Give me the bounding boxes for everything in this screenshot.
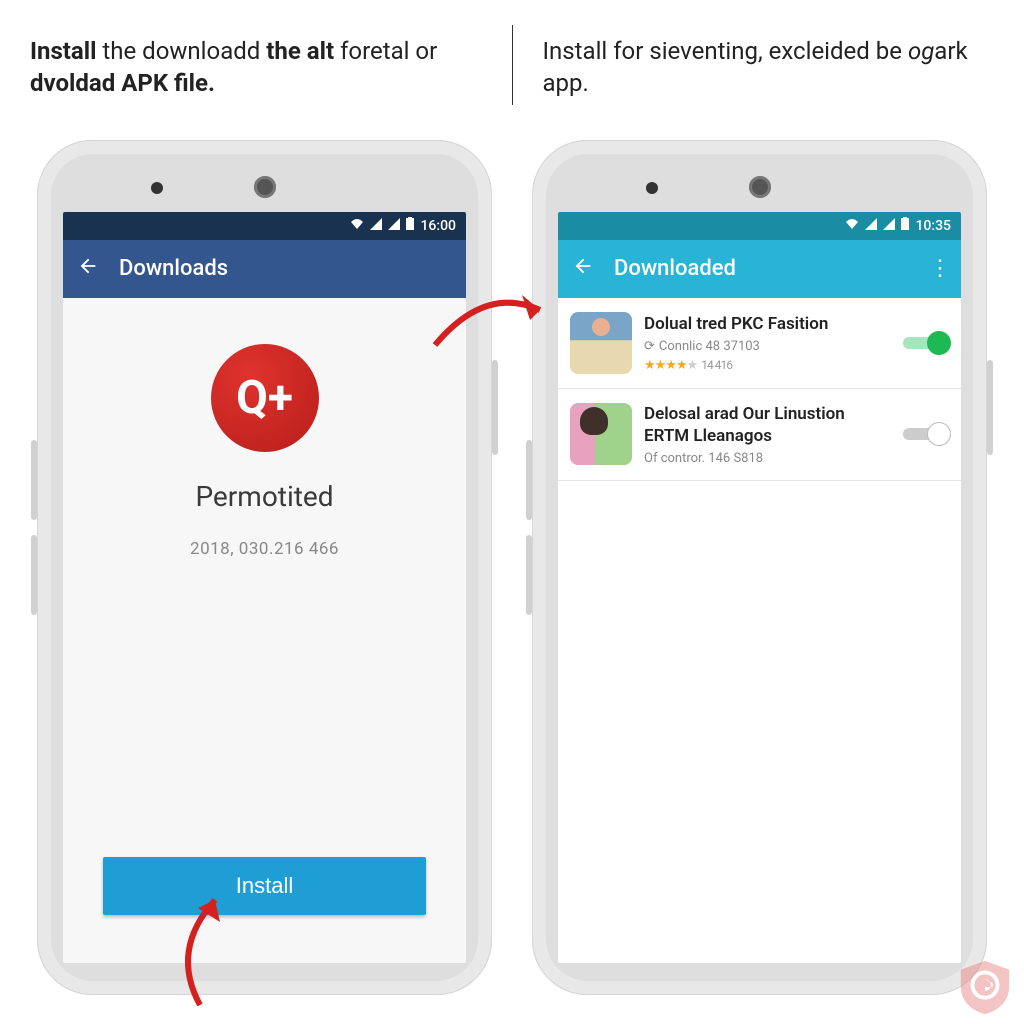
proximity-sensor [151,182,163,194]
list-item[interactable]: Dolual tred PKC Fasition ⟳ Connlic 48 37… [558,298,961,389]
overflow-menu-icon[interactable]: ⋮ [929,256,947,281]
status-time: 10:35 [915,218,951,234]
battery-icon [901,217,909,234]
rating-stars: ★★★★★14 416 [644,358,891,373]
app-icon: Q+ [211,344,319,452]
caption-right: Install for sieventing, excleided be oga… [543,35,995,100]
phone-left: 16:00 Downloads Q+ Permotited 2018, 030.… [37,140,492,995]
caption-left: Install the downloadd the alt foretal or… [30,35,482,100]
status-bar: 10:35 [558,212,961,240]
front-camera [254,176,276,198]
wifi-icon [845,218,859,234]
app-bar: Downloaded ⋮ [558,240,961,298]
signal2-icon [883,218,895,234]
app-icon-glyph: Q+ [236,371,293,425]
back-icon[interactable] [77,255,99,283]
status-time: 16:00 [420,218,456,234]
sync-icon: ⟳ [644,339,655,354]
toggle-switch[interactable] [903,422,949,446]
item-subtitle: ⟳ Connlic 48 37103 [644,339,891,354]
power-button [492,360,498,455]
list-item[interactable]: Delosal arad Our Linustion ERTM Lleanago… [558,389,961,481]
status-bar: 16:00 [63,212,466,240]
appbar-title: Downloads [119,256,452,281]
volume-up [31,440,37,520]
signal-icon [370,218,382,234]
signal-icon [865,218,877,234]
wifi-icon [350,218,364,234]
back-icon[interactable] [572,255,594,283]
power-button [987,360,993,455]
volume-down [31,535,37,615]
item-title: Dolual tred PKC Fasition [644,313,891,335]
item-title: Delosal arad Our Linustion ERTM Lleanago… [644,403,891,447]
app-version: 2018, 030.216 466 [190,539,339,559]
appbar-title: Downloaded [614,256,909,281]
signal2-icon [388,218,400,234]
watermark-icon [956,958,1014,1016]
app-thumbnail [570,403,632,465]
app-bar: Downloads [63,240,466,298]
toggle-switch[interactable] [903,331,949,355]
item-subtitle: Of contror. 146 S818 [644,451,891,466]
caption-divider [512,25,513,105]
volume-up [526,440,532,520]
volume-down [526,535,532,615]
proximity-sensor [646,182,658,194]
downloaded-list: Dolual tred PKC Fasition ⟳ Connlic 48 37… [558,298,961,963]
install-button[interactable]: Install [103,857,425,915]
app-thumbnail [570,312,632,374]
app-name: Permotited [195,480,333,513]
front-camera [749,176,771,198]
phone-right: 10:35 Downloaded ⋮ Dolual tred PKC Fasit… [532,140,987,995]
battery-icon [406,217,414,234]
